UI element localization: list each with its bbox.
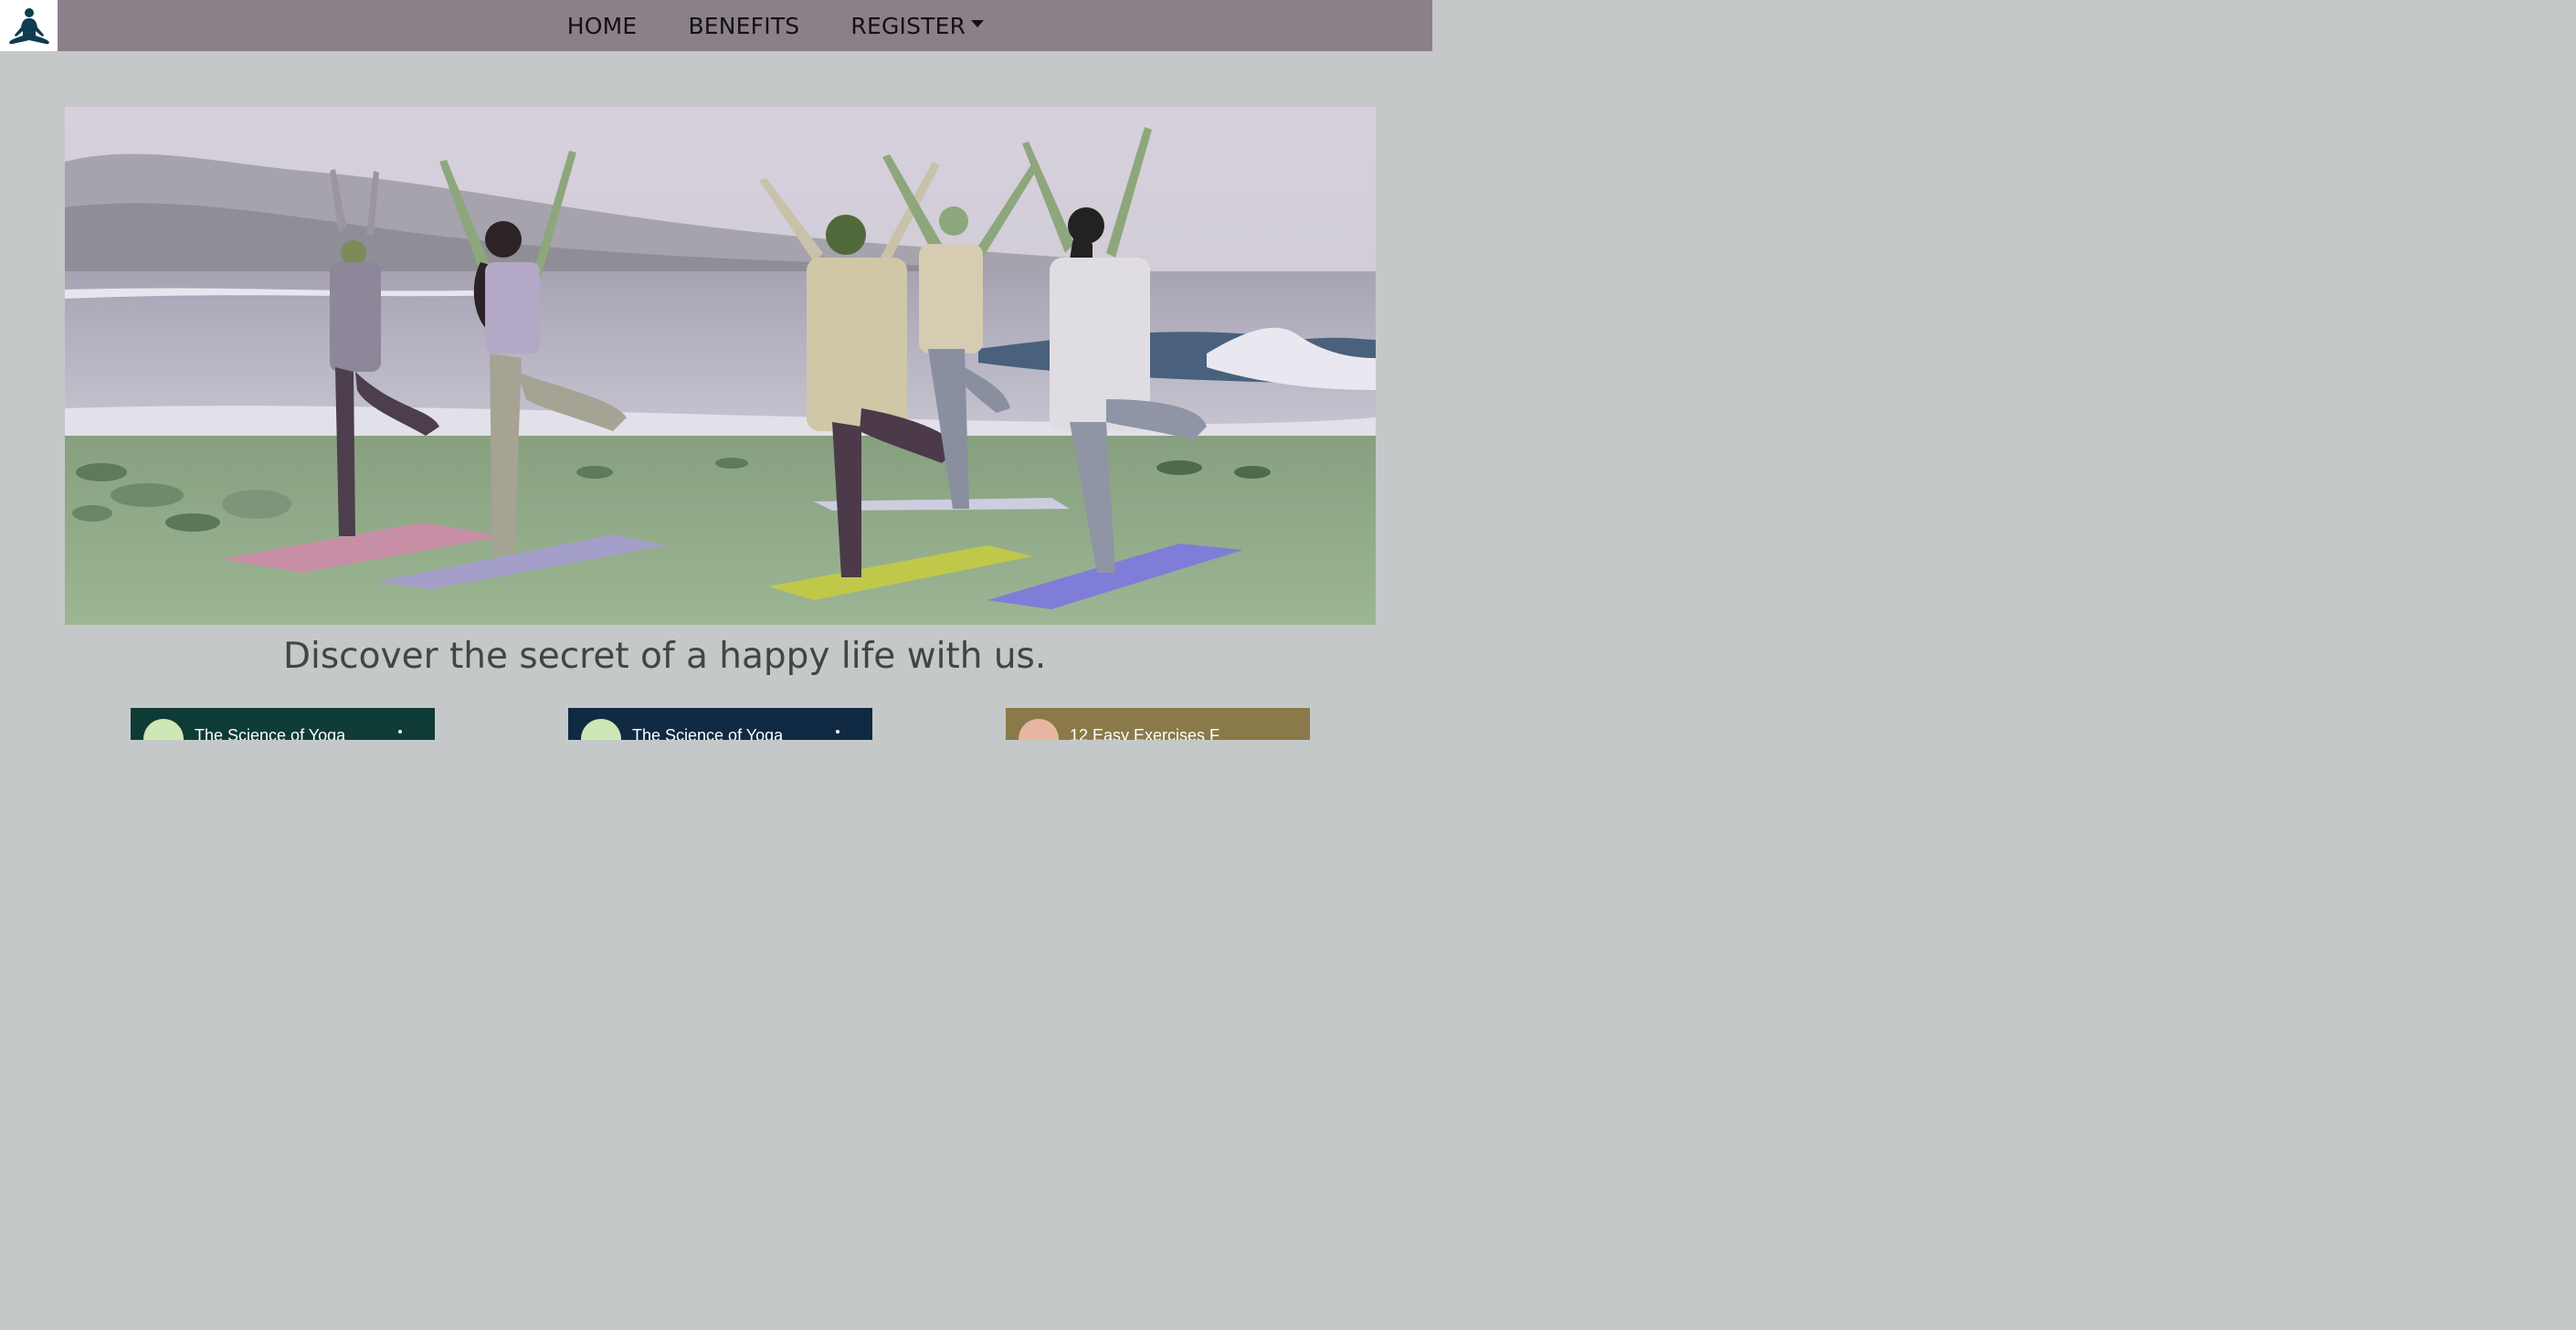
nav-benefits[interactable]: BENEFITS	[688, 13, 799, 39]
nav-benefits-label: BENEFITS	[688, 12, 800, 39]
nav-home[interactable]: HOME	[567, 13, 638, 39]
channel-avatar	[581, 719, 621, 740]
nav-menu: HOME BENEFITS REGISTER	[0, 0, 1432, 51]
more-options-icon[interactable]	[836, 730, 839, 734]
nav-register-dropdown[interactable]: REGISTER	[850, 12, 985, 39]
video-thumbnail-1[interactable]: The Science of Yoga	[131, 708, 435, 740]
video-title: The Science of Yoga	[195, 726, 346, 740]
more-options-icon[interactable]	[398, 730, 402, 734]
caret-down-icon	[971, 20, 985, 27]
nav-register-label: REGISTER	[850, 12, 966, 39]
top-navbar: HOME BENEFITS REGISTER	[0, 0, 1432, 51]
hero-photo	[65, 107, 1376, 625]
nav-home-label: HOME	[566, 12, 638, 39]
video-thumbnail-3[interactable]: 12 Easy Exercises F	[1006, 708, 1310, 740]
tagline: Discover the secret of a happy life with…	[283, 636, 1047, 677]
channel-avatar	[1019, 719, 1059, 740]
hero-image	[65, 107, 1376, 625]
video-thumbnail-2[interactable]: The Science of Yoga	[568, 708, 872, 740]
video-title: The Science of Yoga	[632, 726, 784, 740]
channel-avatar	[143, 719, 184, 740]
video-title: 12 Easy Exercises F	[1070, 726, 1220, 740]
